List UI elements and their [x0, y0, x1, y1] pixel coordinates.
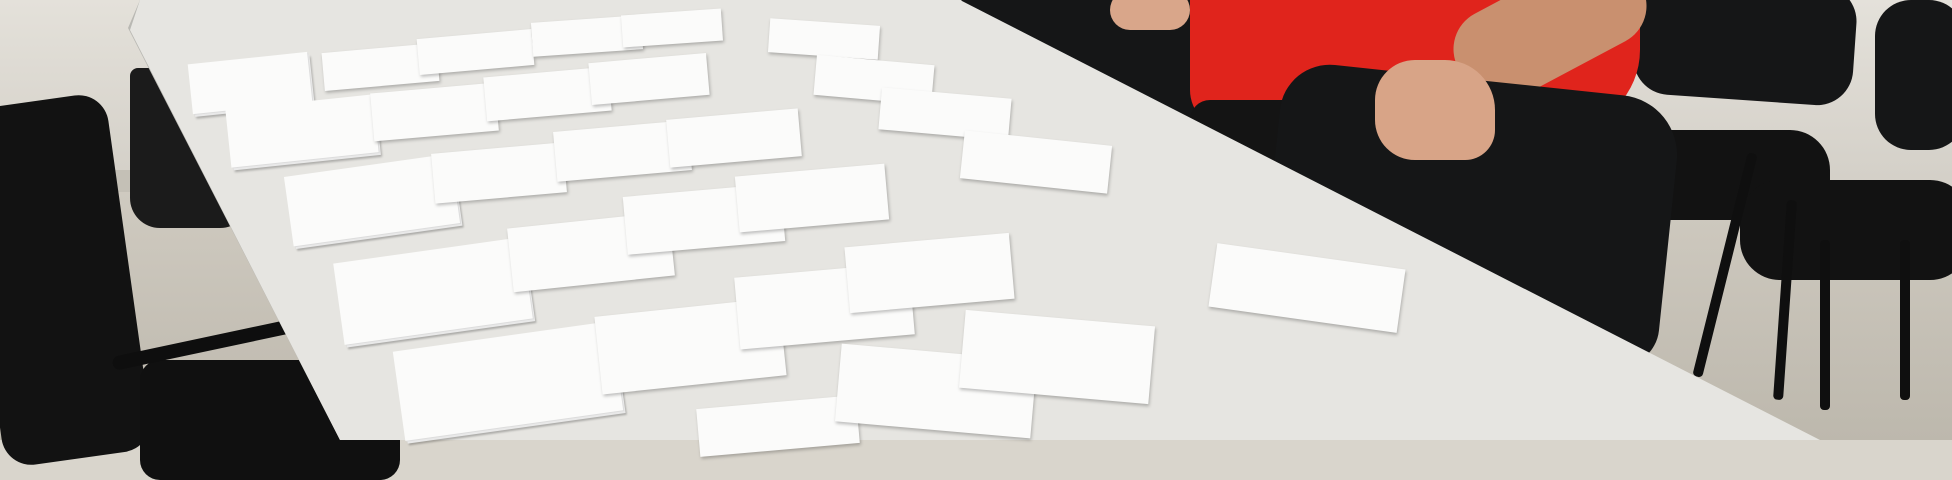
chair-leg	[1900, 240, 1910, 400]
chair-seat-4	[1740, 180, 1952, 280]
person-right-hand	[1375, 60, 1495, 160]
person-left-hand	[1110, 0, 1190, 30]
chair-back-3	[1631, 0, 1859, 108]
chair-back-4	[1875, 0, 1952, 150]
photo-scene	[0, 0, 1952, 480]
chair-leg	[1820, 240, 1830, 410]
index-card[interactable]	[958, 309, 1156, 405]
